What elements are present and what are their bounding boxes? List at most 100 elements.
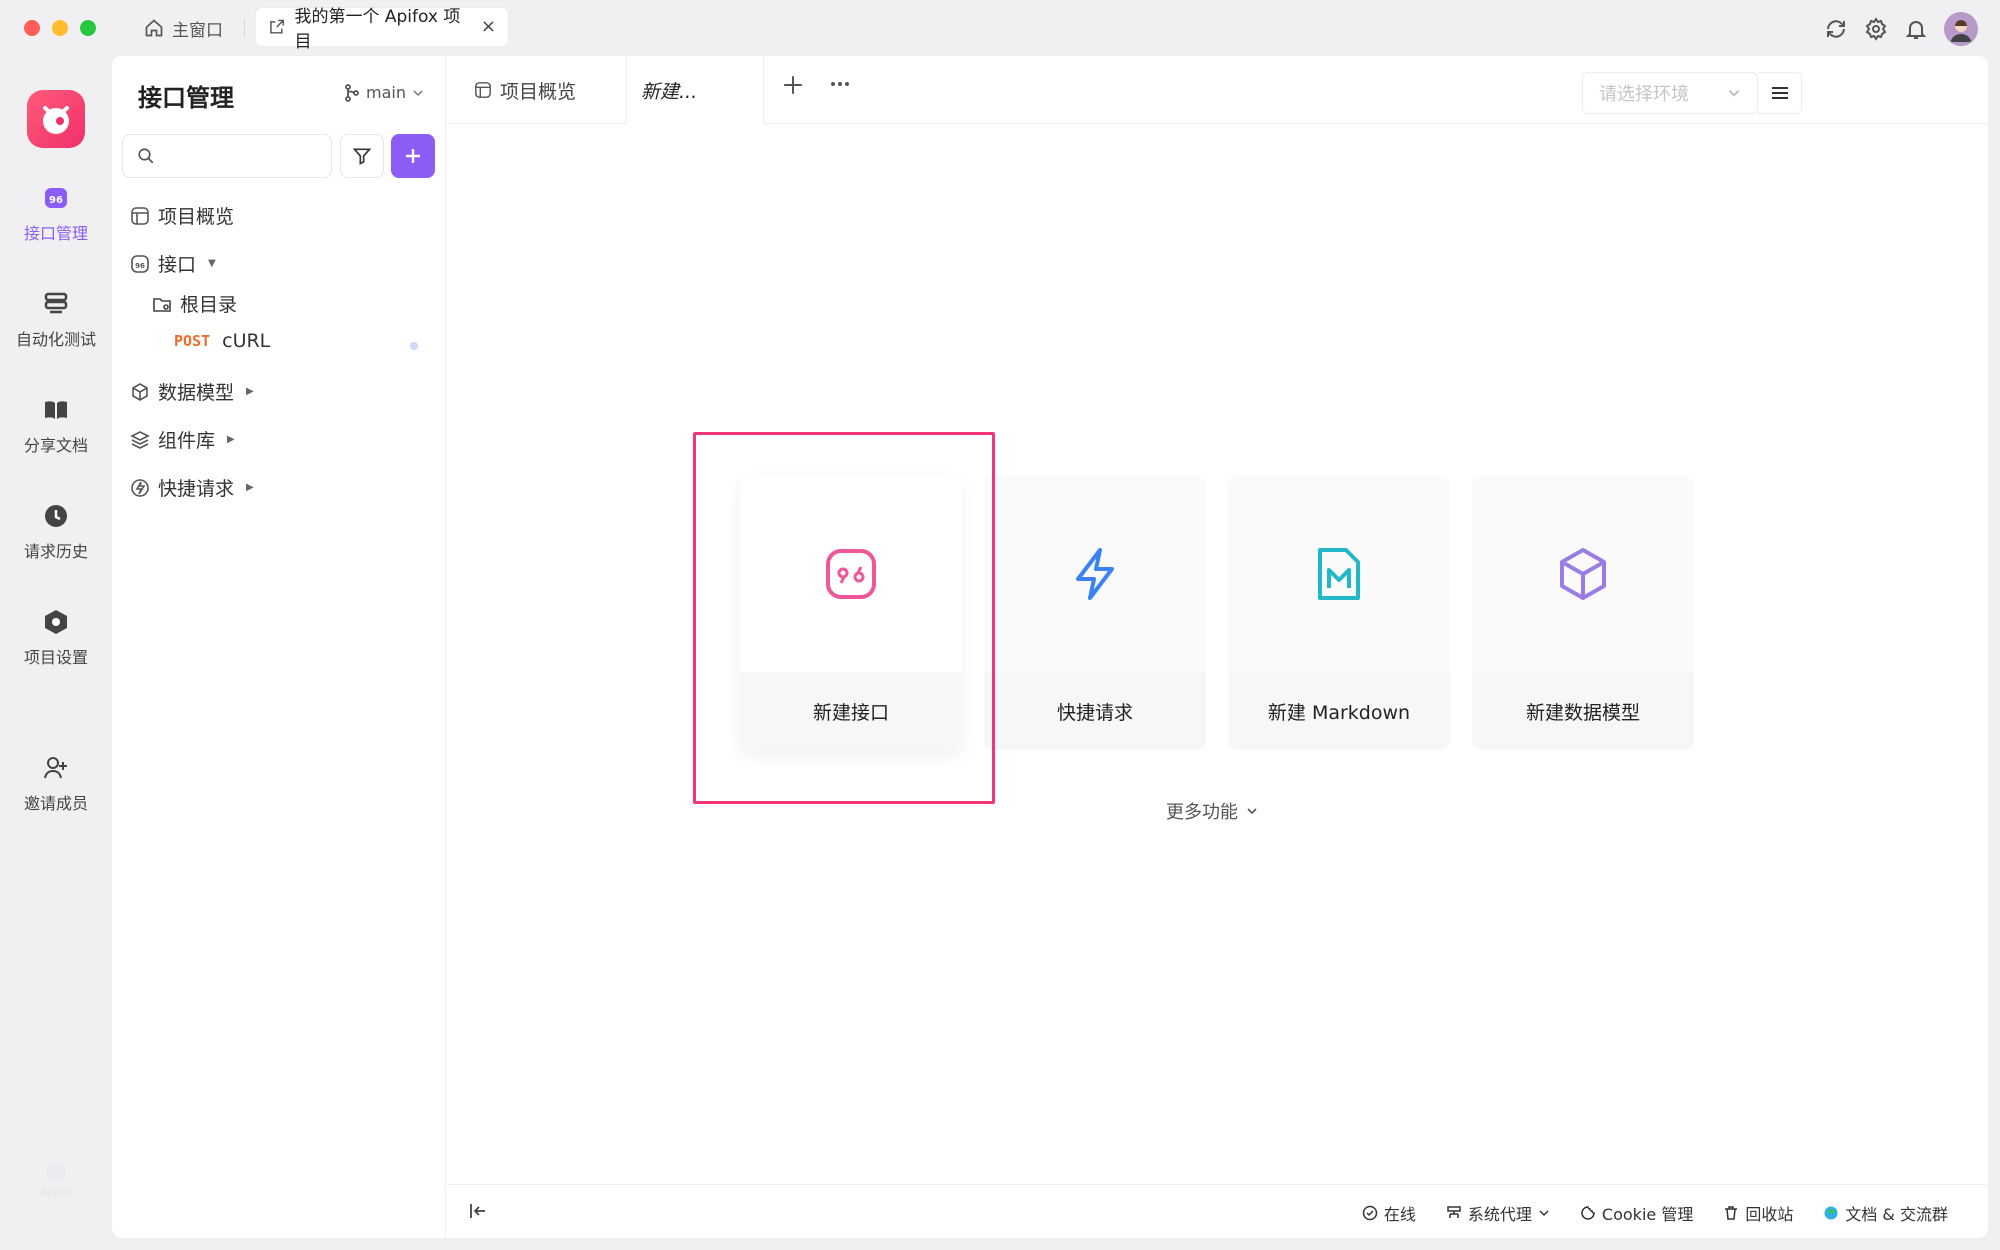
highlight-box: [693, 432, 995, 804]
collapse-sidebar-button[interactable]: [468, 1201, 488, 1221]
environment-select[interactable]: 请选择环境: [1582, 72, 1758, 114]
rail-item-history[interactable]: 请求历史: [0, 502, 112, 562]
status-label: 系统代理: [1467, 1205, 1532, 1224]
title-actions: [1824, 12, 1978, 46]
maximize-window-button[interactable]: [80, 20, 96, 36]
branch-selector[interactable]: main: [344, 83, 424, 102]
tree-item-api[interactable]: 96 接口 ▼: [130, 250, 216, 277]
caret-down-icon[interactable]: ▼: [208, 258, 216, 269]
status-label: 回收站: [1745, 1205, 1794, 1224]
caret-right-icon[interactable]: ▶: [227, 434, 235, 445]
markdown-icon: [1318, 548, 1360, 600]
status-bar: 在线 系统代理 Cookie 管理 回收站 文档 & 交流群: [446, 1184, 1988, 1238]
sync-icon[interactable]: [1824, 17, 1848, 41]
cube-outline-icon: [132, 382, 148, 401]
filter-button[interactable]: [340, 134, 384, 178]
unsaved-dot: [410, 342, 418, 350]
tab-label: 新建...: [641, 80, 698, 103]
lightning-circle-icon: [131, 478, 149, 497]
tree-item-root-folder[interactable]: 根目录: [152, 290, 237, 317]
cookie-manager[interactable]: Cookie 管理: [1580, 1201, 1693, 1225]
rail-item-api-management[interactable]: 96 接口管理: [0, 184, 112, 244]
book-icon: [45, 401, 67, 419]
tree-label: 接口: [158, 254, 197, 276]
method-badge: POST: [174, 332, 211, 350]
search-input[interactable]: [165, 147, 315, 165]
check-circle-icon: [1362, 1205, 1378, 1221]
more-functions-label: 更多功能: [1166, 802, 1238, 823]
search-icon: [138, 148, 154, 164]
status-label: 在线: [1383, 1205, 1416, 1224]
close-window-button[interactable]: [24, 20, 40, 36]
chevron-down-icon: [413, 89, 423, 96]
tree-label: 项目概览: [158, 206, 235, 228]
proxy-status[interactable]: 系统代理: [1446, 1201, 1550, 1225]
sidebar-title: 接口管理: [138, 84, 234, 112]
environment-menu-button[interactable]: [1758, 72, 1802, 114]
user-avatar[interactable]: [1944, 12, 1978, 46]
rail-label: 自动化测试: [15, 330, 96, 349]
collapse-left-icon: [470, 1204, 485, 1218]
rail-label: 项目设置: [23, 648, 88, 667]
environment-placeholder: 请选择环境: [1599, 84, 1689, 105]
rail-item-share-docs[interactable]: 分享文档: [0, 396, 112, 456]
home-window-tab[interactable]: 主窗口: [144, 14, 223, 42]
title-divider: [244, 18, 245, 38]
request-name: cURL: [222, 330, 271, 352]
rail-item-settings[interactable]: 项目设置: [0, 608, 112, 668]
left-rail: 96 接口管理 自动化测试 分享文档 请求历史 项目设置 邀请成员 Apifox: [0, 56, 112, 1250]
plus-icon: [784, 76, 802, 94]
trash-icon: [1725, 1206, 1738, 1220]
minimize-window-button[interactable]: [52, 20, 68, 36]
tab-new[interactable]: 新建...: [626, 56, 764, 124]
add-button[interactable]: [391, 134, 435, 178]
card-icon-area: [984, 476, 1206, 672]
online-status[interactable]: 在线: [1362, 1201, 1416, 1225]
caret-right-icon[interactable]: ▶: [246, 482, 254, 493]
tree-label: 根目录: [180, 294, 238, 316]
api-outline-icon: 96: [131, 254, 149, 273]
main-panel: 接口管理 main 项目概览 96 接口 ▼ 根目录 POST cURL 数据模…: [112, 56, 1988, 1238]
branch-name: main: [366, 83, 406, 102]
new-data-model-card[interactable]: 新建数据模型: [1472, 476, 1694, 750]
menu-icon: [1771, 87, 1788, 99]
tab-overview[interactable]: 项目概览: [460, 56, 590, 124]
project-window-tab[interactable]: 我的第一个 Apifox 项目 ×: [256, 7, 508, 52]
card-icon-area: [1472, 476, 1694, 672]
tree-item-data-models[interactable]: 数据模型 ▶: [130, 378, 254, 405]
tree-label: 快捷请求: [158, 478, 235, 500]
new-markdown-card[interactable]: 新建 Markdown: [1228, 476, 1450, 750]
new-tab-button[interactable]: [782, 74, 804, 96]
apifox-logo: [27, 90, 85, 148]
close-tab-icon[interactable]: ×: [481, 18, 496, 36]
overview-icon: [131, 206, 149, 225]
search-box[interactable]: [122, 134, 332, 178]
docs-community[interactable]: 文档 & 交流群: [1823, 1201, 1948, 1225]
rail-label: 接口管理: [23, 224, 88, 243]
rail-item-automation[interactable]: 自动化测试: [0, 290, 112, 350]
folder-icon: [153, 297, 171, 312]
more-tabs-button[interactable]: [828, 72, 852, 96]
chat-bubble-icon: [1824, 1206, 1838, 1220]
filter-icon: [352, 148, 372, 165]
tree-item-request[interactable]: POST cURL: [174, 330, 270, 352]
git-branch-icon: [345, 83, 359, 102]
tree-item-components[interactable]: 组件库 ▶: [130, 426, 235, 453]
tree-item-quick-request[interactable]: 快捷请求 ▶: [130, 474, 254, 501]
more-functions-button[interactable]: 更多功能: [1166, 798, 1258, 824]
rail-item-invite[interactable]: 邀请成员: [0, 754, 112, 814]
more-horizontal-icon: [831, 82, 849, 86]
layers-icon: [130, 430, 150, 449]
rail-label: 分享文档: [23, 436, 88, 455]
bell-icon[interactable]: [1904, 17, 1928, 41]
svg-text:96: 96: [49, 195, 63, 206]
proxy-icon: [1447, 1206, 1461, 1218]
project-tab-label: 我的第一个 Apifox 项目: [294, 7, 461, 52]
tab-bar: 项目概览 新建... 请选择环境: [446, 56, 1988, 124]
caret-right-icon[interactable]: ▶: [246, 386, 254, 397]
settings-gear-icon[interactable]: [1864, 17, 1888, 41]
apifox-watermark-logo: Apifox: [30, 1158, 82, 1198]
tree-item-overview[interactable]: 项目概览: [130, 202, 234, 229]
recycle-bin[interactable]: 回收站: [1723, 1201, 1793, 1225]
quick-request-card[interactable]: 快捷请求: [984, 476, 1206, 750]
